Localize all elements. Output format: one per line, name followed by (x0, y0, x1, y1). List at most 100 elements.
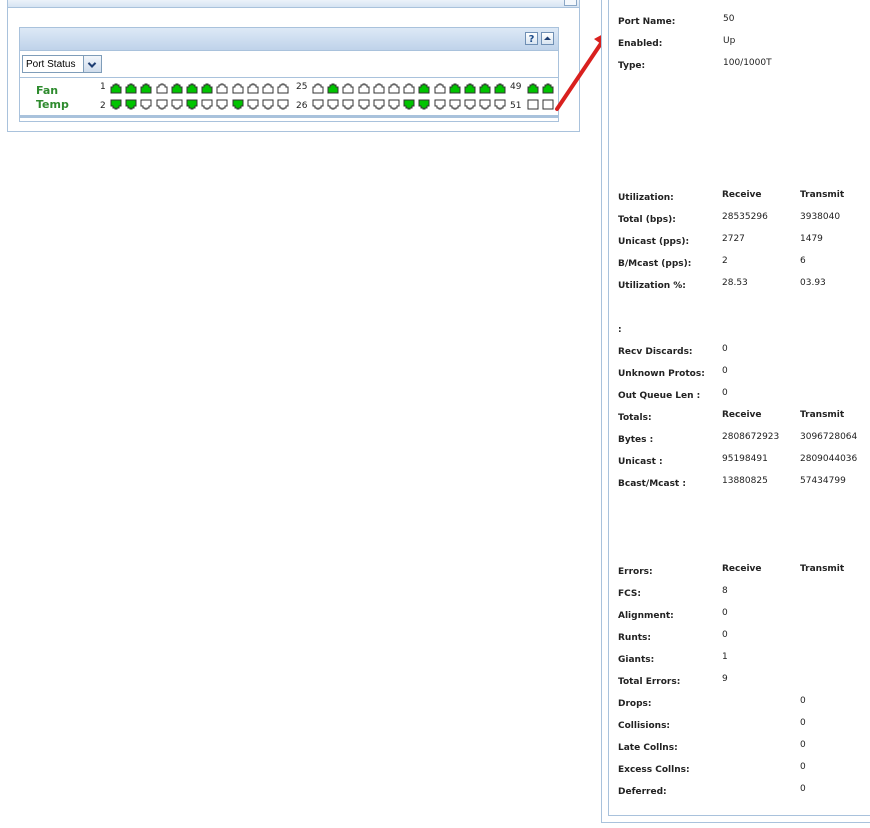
bytes-receive: 2808672923 (722, 432, 780, 442)
port-icon[interactable] (262, 83, 274, 94)
port-icon[interactable] (110, 83, 122, 94)
port-icon[interactable] (449, 99, 461, 110)
port-icon[interactable] (342, 83, 354, 94)
port-icon[interactable] (373, 83, 385, 94)
late-collns-label: Late Collns: (618, 743, 678, 753)
fcs-label: FCS: (618, 589, 642, 599)
port-icon[interactable] (201, 99, 213, 110)
port-icon[interactable] (494, 99, 506, 110)
totals-transmit-header: Transmit (800, 410, 845, 420)
collisions-value: 0 (800, 718, 806, 728)
help-button[interactable]: ? (525, 32, 538, 45)
total-errors-value: 9 (722, 674, 728, 684)
port-icon[interactable] (110, 99, 122, 110)
enabled-label: Enabled: (618, 39, 663, 49)
port-icon[interactable] (186, 99, 198, 110)
port-status-panel: ? Port Status Fan Temp 1 2 25 26 49 51 (19, 27, 559, 122)
port-icon[interactable] (464, 99, 476, 110)
port-icon[interactable] (418, 83, 430, 94)
port-icon[interactable] (403, 99, 415, 110)
temp-status-label: Temp (36, 98, 69, 111)
port-group-label: 1 (100, 82, 106, 92)
port-icon[interactable] (171, 83, 183, 94)
port-icon[interactable] (125, 99, 137, 110)
excess-collns-value: 0 (800, 762, 806, 772)
type-value: 100/1000T (723, 58, 772, 68)
utilization-percent-transmit: 03.93 (800, 278, 826, 288)
port-icon[interactable] (358, 83, 370, 94)
port-icon[interactable] (140, 83, 152, 94)
port-group-label: 51 (510, 101, 522, 111)
port-icon[interactable] (358, 99, 370, 110)
switch-faceplate: Fan Temp 1 2 25 26 49 51 (20, 77, 558, 118)
bcast-mcast-receive: 13880825 (722, 476, 768, 486)
chevron-down-icon (83, 56, 101, 72)
port-icon[interactable] (262, 99, 274, 110)
total-bps-transmit: 3938040 (800, 212, 841, 222)
port-icon[interactable] (312, 83, 324, 94)
faceplate-bottom-edge (20, 115, 558, 118)
alignment-label: Alignment: (618, 611, 674, 621)
port-icon[interactable] (327, 99, 339, 110)
port-icon[interactable] (479, 83, 491, 94)
port-icon[interactable] (125, 83, 137, 94)
port-icon[interactable] (216, 99, 228, 110)
port-icon[interactable] (247, 83, 259, 94)
port-icon[interactable] (527, 99, 539, 110)
switch-view-panel: ? Port Status Fan Temp 1 2 25 26 49 51 (7, 0, 580, 132)
port-icon[interactable] (312, 99, 324, 110)
port-name-value: 50 (723, 14, 735, 24)
port-icon[interactable] (327, 83, 339, 94)
unicast-pps-receive: 2727 (722, 234, 745, 244)
port-icon[interactable] (232, 99, 244, 110)
drops-label: Drops: (618, 699, 652, 709)
port-icon[interactable] (232, 83, 244, 94)
port-status-header: ? (20, 28, 558, 51)
port-icon[interactable] (373, 99, 385, 110)
bmcast-pps-transmit: 6 (800, 256, 806, 266)
fan-status-label: Fan (36, 84, 59, 97)
unicast-pps-label: Unicast (pps): (618, 237, 690, 247)
port-icon[interactable] (388, 99, 400, 110)
enabled-value: Up (723, 36, 736, 46)
giants-value: 1 (722, 652, 728, 662)
port-icon[interactable] (434, 99, 446, 110)
port-icon[interactable] (140, 99, 152, 110)
utilization-label: Utilization: (618, 193, 674, 203)
utilization-percent-receive: 28.53 (722, 278, 748, 288)
port-icon[interactable] (403, 83, 415, 94)
port-icon[interactable] (186, 83, 198, 94)
port-icon[interactable] (388, 83, 400, 94)
port-icon[interactable] (216, 83, 228, 94)
port-group-label: 49 (510, 82, 522, 92)
port-icon[interactable] (434, 83, 446, 94)
port-icon[interactable] (247, 99, 259, 110)
panel-title-bar (8, 0, 579, 8)
recv-discards-label: Recv Discards: (618, 347, 693, 357)
panel-resize-handle[interactable] (564, 0, 577, 6)
port-icon[interactable] (527, 83, 539, 94)
giants-label: Giants: (618, 655, 655, 665)
port-icon[interactable] (479, 99, 491, 110)
port-icon[interactable] (494, 83, 506, 94)
unicast-pps-transmit: 1479 (800, 234, 823, 244)
utilization-transmit-header: Transmit (800, 190, 845, 200)
port-icon[interactable] (277, 83, 289, 94)
port-icon[interactable] (156, 99, 168, 110)
late-collns-value: 0 (800, 740, 806, 750)
out-queue-len-value: 0 (722, 388, 728, 398)
port-name-label: Port Name: (618, 17, 676, 27)
port-icon[interactable] (156, 83, 168, 94)
bytes-transmit: 3096728064 (800, 432, 858, 442)
view-select-value: Port Status (26, 59, 76, 70)
port-icon[interactable] (342, 99, 354, 110)
port-group-label: 26 (296, 101, 308, 111)
port-icon[interactable] (201, 83, 213, 94)
port-icon[interactable] (464, 83, 476, 94)
bcast-mcast-transmit: 57434799 (800, 476, 846, 486)
port-icon[interactable] (171, 99, 183, 110)
port-icon[interactable] (418, 99, 430, 110)
port-icon[interactable] (277, 99, 289, 110)
port-icon[interactable] (449, 83, 461, 94)
view-select[interactable]: Port Status (22, 55, 102, 73)
